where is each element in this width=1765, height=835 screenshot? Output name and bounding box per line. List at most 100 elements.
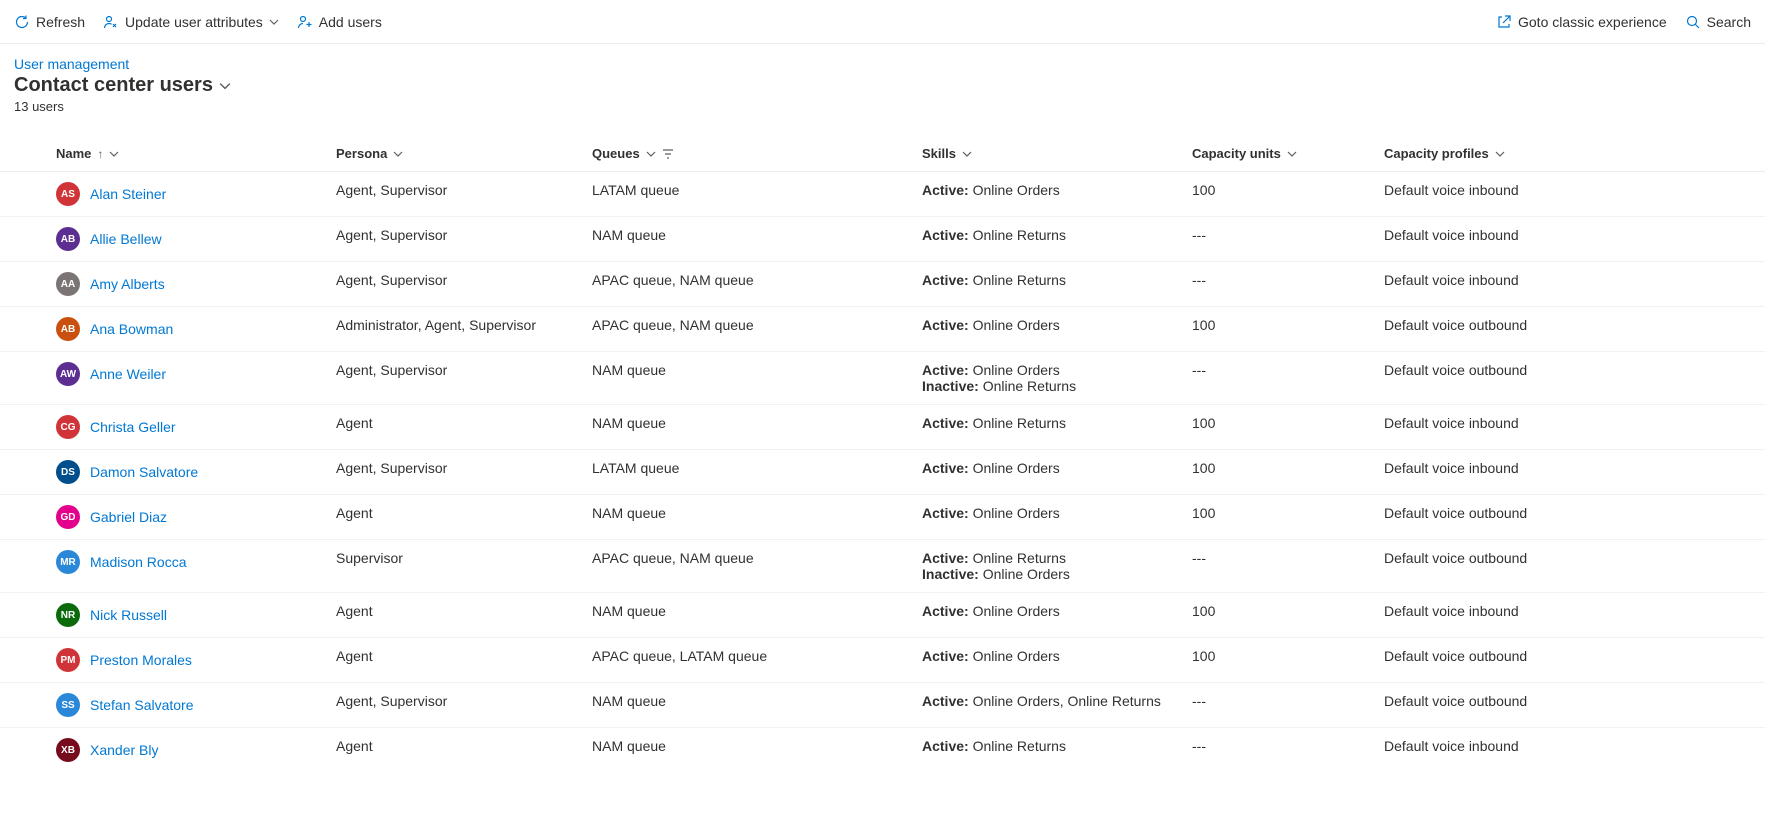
table-row[interactable]: MRMadison RoccaSupervisorAPAC queue, NAM… — [0, 540, 1765, 593]
capacity-profiles-cell: Default voice inbound — [1384, 415, 1765, 431]
user-name-link[interactable]: Allie Bellew — [90, 231, 162, 247]
capacity-units-cell: 100 — [1192, 460, 1384, 476]
skills-cell: Active: Online Returns — [922, 415, 1192, 431]
avatar: NR — [56, 603, 80, 627]
column-header-persona[interactable]: Persona — [336, 146, 592, 161]
column-header-capacity-profiles[interactable]: Capacity profiles — [1384, 146, 1765, 161]
column-header-queues[interactable]: Queues — [592, 146, 922, 161]
skills-cell: Active: Online Orders — [922, 603, 1192, 619]
table-row[interactable]: PMPreston MoralesAgentAPAC queue, LATAM … — [0, 638, 1765, 683]
avatar: AS — [56, 182, 80, 206]
user-name-link[interactable]: Madison Rocca — [90, 554, 187, 570]
user-name-link[interactable]: Gabriel Diaz — [90, 509, 167, 525]
page-header: User management Contact center users 13 … — [0, 44, 1765, 118]
table-row[interactable]: XBXander BlyAgentNAM queueActive: Online… — [0, 728, 1765, 772]
table-row[interactable]: AB Ana Bowman Administrator, Agent, Superv… — [0, 307, 1765, 352]
column-queues-label: Queues — [592, 146, 640, 161]
table-row[interactable]: GDGabriel DiazAgentNAM queueActive: Onli… — [0, 495, 1765, 540]
goto-classic-label: Goto classic experience — [1518, 14, 1667, 30]
page-subtitle: 13 users — [14, 99, 1751, 114]
persona-cell: Agent — [336, 505, 592, 521]
queues-cell: NAM queue — [592, 505, 922, 521]
capacity-units-cell: --- — [1192, 227, 1384, 243]
persona-cell: Agent, Supervisor — [336, 182, 592, 198]
column-persona-label: Persona — [336, 146, 387, 161]
add-users-label: Add users — [319, 14, 382, 30]
user-name-link[interactable]: Damon Salvatore — [90, 464, 198, 480]
user-add-icon — [297, 14, 313, 30]
queues-cell: LATAM queue — [592, 182, 922, 198]
table-row[interactable]: AW Anne Weiler Agent, SupervisorNAM queueA… — [0, 352, 1765, 405]
chevron-down-icon[interactable] — [646, 149, 656, 159]
user-name-link[interactable]: Anne Weiler — [90, 366, 166, 382]
add-users-button[interactable]: Add users — [297, 14, 382, 30]
user-name-link[interactable]: Nick Russell — [90, 607, 167, 623]
update-user-attributes-button[interactable]: Update user attributes — [103, 14, 279, 30]
user-name-link[interactable]: Christa Geller — [90, 419, 176, 435]
breadcrumb-user-management[interactable]: User management — [14, 56, 129, 72]
queues-cell: APAC queue, NAM queue — [592, 272, 922, 288]
update-user-attributes-label: Update user attributes — [125, 14, 263, 30]
refresh-label: Refresh — [36, 14, 85, 30]
table-row[interactable]: CGChrista GellerAgentNAM queueActive: On… — [0, 405, 1765, 450]
table-row[interactable]: ABAllie BellewAgent, SupervisorNAM queue… — [0, 217, 1765, 262]
avatar: AW — [56, 362, 80, 386]
capacity-profiles-cell: Default voice outbound — [1384, 362, 1765, 378]
skills-cell: Active: Online Orders, Online Returns — [922, 693, 1192, 709]
persona-cell: Agent, Supervisor — [336, 362, 592, 378]
avatar: AB — [56, 227, 80, 251]
user-name-link[interactable]: Ana Bowman — [90, 321, 173, 337]
chevron-down-icon[interactable] — [393, 149, 403, 159]
grid-header: Name ↑ Persona Queues Skills Capacity un… — [0, 136, 1765, 172]
avatar: SS — [56, 693, 80, 717]
chevron-down-icon[interactable] — [962, 149, 972, 159]
skills-cell: Active: Online Orders — [922, 460, 1192, 476]
persona-cell: Agent, Supervisor — [336, 693, 592, 709]
queues-cell: APAC queue, LATAM queue — [592, 648, 922, 664]
capacity-units-cell: 100 — [1192, 317, 1384, 333]
capacity-units-cell: 100 — [1192, 505, 1384, 521]
table-row[interactable]: AS Alan Steiner Agent, SupervisorLATAM que… — [0, 172, 1765, 217]
goto-classic-button[interactable]: Goto classic experience — [1496, 14, 1667, 30]
page-title: Contact center users — [14, 74, 213, 97]
queues-cell: NAM queue — [592, 362, 922, 378]
capacity-profiles-cell: Default voice outbound — [1384, 505, 1765, 521]
user-name-link[interactable]: Stefan Salvatore — [90, 697, 194, 713]
chevron-down-icon[interactable] — [109, 149, 119, 159]
refresh-button[interactable]: Refresh — [14, 14, 85, 30]
filter-icon[interactable] — [662, 148, 674, 160]
capacity-profiles-cell: Default voice outbound — [1384, 317, 1765, 333]
persona-cell: Administrator, Agent, Supervisor — [336, 317, 592, 333]
table-row[interactable]: AAAmy AlbertsAgent, SupervisorAPAC queue… — [0, 262, 1765, 307]
user-name-link[interactable]: Preston Morales — [90, 652, 192, 668]
breadcrumb: User management — [14, 56, 1751, 72]
command-bar: Refresh Update user attributes Add users… — [0, 0, 1765, 44]
capacity-units-cell: --- — [1192, 693, 1384, 709]
column-header-skills[interactable]: Skills — [922, 146, 1192, 161]
capacity-profiles-cell: Default voice inbound — [1384, 738, 1765, 754]
table-row[interactable]: NRNick RussellAgentNAM queueActive: Onli… — [0, 593, 1765, 638]
skills-cell: Active: Online Orders — [922, 182, 1192, 198]
table-row[interactable]: SSStefan SalvatoreAgent, SupervisorNAM q… — [0, 683, 1765, 728]
capacity-units-cell: --- — [1192, 362, 1384, 378]
user-name-link[interactable]: Xander Bly — [90, 742, 158, 758]
queues-cell: NAM queue — [592, 415, 922, 431]
user-name-link[interactable]: Amy Alberts — [90, 276, 165, 292]
capacity-profiles-cell: Default voice inbound — [1384, 460, 1765, 476]
avatar: AB — [56, 317, 80, 341]
chevron-down-icon[interactable] — [1495, 149, 1505, 159]
chevron-down-icon[interactable] — [1287, 149, 1297, 159]
chevron-down-icon[interactable] — [219, 80, 231, 92]
skills-cell: Active: Online Returns — [922, 272, 1192, 288]
search-button[interactable]: Search — [1685, 14, 1751, 30]
queues-cell: NAM queue — [592, 603, 922, 619]
column-header-capacity-units[interactable]: Capacity units — [1192, 146, 1384, 161]
table-row[interactable]: DSDamon SalvatoreAgent, SupervisorLATAM … — [0, 450, 1765, 495]
skills-cell: Active: Online OrdersInactive: Online Re… — [922, 362, 1192, 394]
capacity-profiles-cell: Default voice inbound — [1384, 272, 1765, 288]
user-name-link[interactable]: Alan Steiner — [90, 186, 166, 202]
capacity-profiles-cell: Default voice outbound — [1384, 550, 1765, 566]
column-skills-label: Skills — [922, 146, 956, 161]
skills-cell: Active: Online Returns — [922, 227, 1192, 243]
column-header-name[interactable]: Name ↑ — [56, 146, 336, 161]
